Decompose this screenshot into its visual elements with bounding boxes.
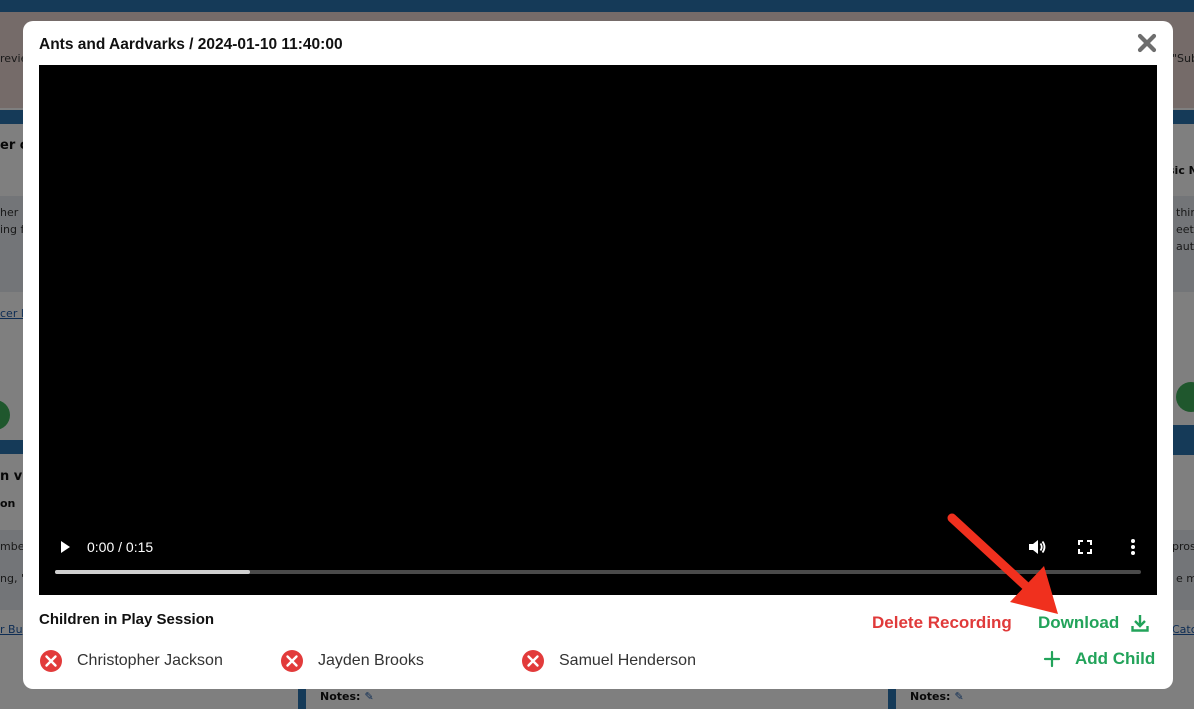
annotation-arrow-icon: [947, 513, 1058, 614]
more-options-button[interactable]: [1123, 537, 1143, 557]
remove-circle-icon[interactable]: [280, 649, 304, 673]
plus-icon: [1043, 650, 1061, 668]
child-name: Christopher Jackson: [77, 652, 223, 669]
children-heading: Children in Play Session: [39, 611, 215, 628]
modal-title: Ants and Aardvarks / 2024-01-10 11:40:00: [39, 36, 343, 53]
child-chip: Jayden Brooks: [280, 649, 424, 673]
close-button[interactable]: [1135, 31, 1159, 55]
add-child-label: Add Child: [1075, 649, 1156, 668]
play-button[interactable]: [57, 539, 73, 555]
more-vertical-icon: [1131, 539, 1135, 555]
remove-circle-icon[interactable]: [521, 649, 545, 673]
video-progress-fill: [55, 570, 251, 574]
video-time: 0:00 / 0:15: [87, 539, 154, 555]
child-chip: Christopher Jackson: [39, 649, 223, 673]
add-child-button[interactable]: Add Child: [1043, 649, 1155, 669]
remove-circle-icon[interactable]: [39, 649, 63, 673]
child-name: Jayden Brooks: [318, 652, 424, 669]
download-icon: [1131, 615, 1149, 632]
fullscreen-icon: [1078, 540, 1092, 554]
fullscreen-button[interactable]: [1075, 537, 1095, 557]
close-icon: [1137, 33, 1157, 53]
play-icon: [61, 541, 70, 553]
child-name: Samuel Henderson: [559, 652, 696, 669]
child-chip: Samuel Henderson: [521, 649, 696, 673]
